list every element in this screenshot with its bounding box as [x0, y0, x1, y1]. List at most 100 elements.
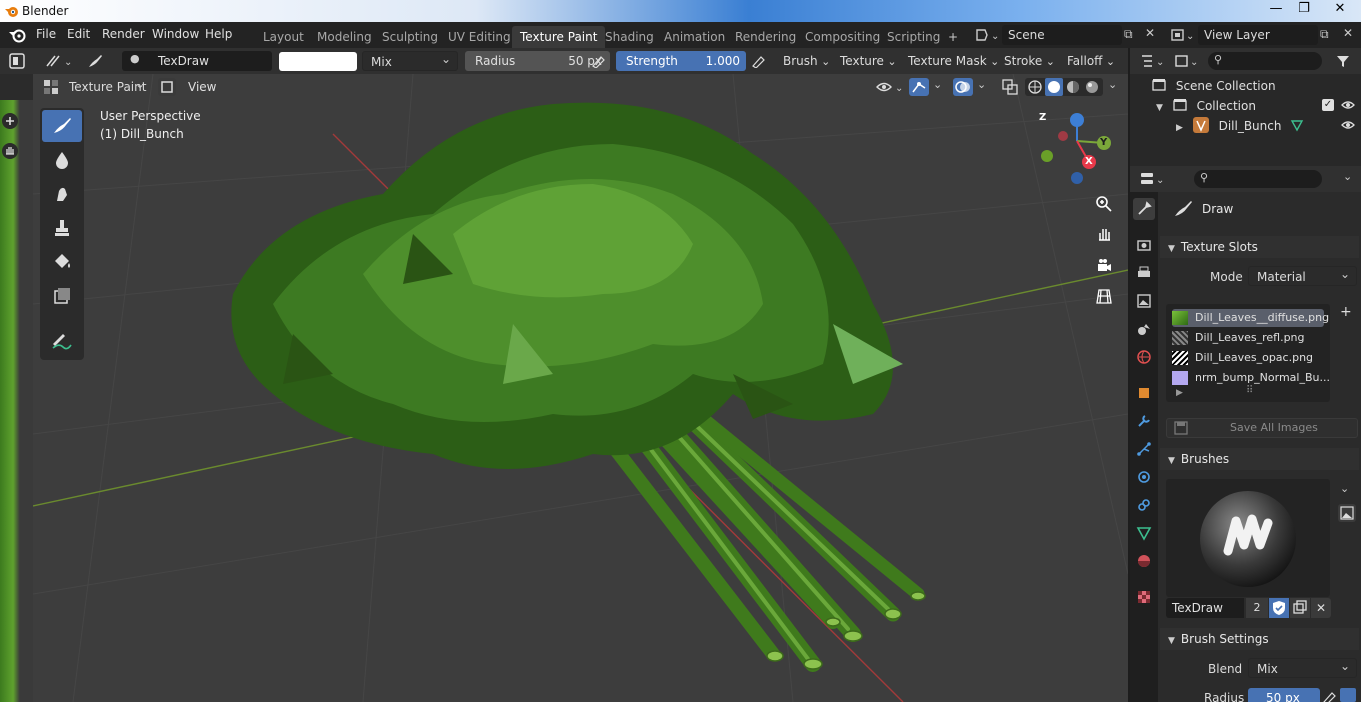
collection-checkbox[interactable]: ✓	[1322, 99, 1334, 111]
outliner-row-collection[interactable]: ▼ Collection	[1156, 96, 1256, 116]
texture-slot-mode-dropdown[interactable]: Material	[1248, 264, 1357, 286]
color-swatch[interactable]	[279, 52, 357, 71]
visibility-dropdown[interactable]: ⌄	[875, 78, 905, 99]
delete-view-layer-icon[interactable]: ✕	[1343, 26, 1353, 40]
menu-help[interactable]: Help	[205, 27, 232, 41]
object-visibility-icon[interactable]	[1341, 118, 1355, 135]
tab-layout[interactable]: Layout	[255, 26, 312, 48]
close-window-button[interactable]: ✕	[1326, 0, 1354, 20]
tab-tool-properties[interactable]	[1133, 198, 1155, 220]
properties-editor-type-icon[interactable]: ⌄	[1140, 171, 1166, 190]
brush-menu[interactable]: Brush	[783, 51, 830, 71]
tool-selector-icon[interactable]: ⌄	[45, 52, 75, 70]
add-workspace-button[interactable]: +	[940, 26, 966, 48]
texture-menu[interactable]: Texture	[840, 51, 897, 71]
tab-texture-paint[interactable]: Texture Paint	[512, 26, 606, 48]
list-expand-icon[interactable]: ▶	[1176, 388, 1183, 398]
tab-object[interactable]	[1133, 382, 1155, 404]
texture-mask-menu[interactable]: Texture Mask	[908, 51, 999, 71]
minimize-button[interactable]: —	[1262, 0, 1290, 20]
ortho-toggle-button[interactable]	[1092, 284, 1116, 308]
tool-soften[interactable]	[42, 144, 82, 176]
shading-dropdown-icon[interactable]: ⌄	[1108, 78, 1117, 91]
gizmo-x-label[interactable]: X	[1085, 156, 1093, 167]
texture-slots-panel-header[interactable]: ▼ Texture Slots	[1160, 236, 1359, 258]
texture-slot-item[interactable]: nrm_bump_Normal_Bu...	[1172, 369, 1330, 387]
brush-presets-dropdown[interactable]: ⌄	[1340, 482, 1349, 495]
menu-window[interactable]: Window	[152, 27, 199, 41]
texture-slot-item[interactable]: Dill_Leaves__diffuse.png	[1172, 309, 1329, 327]
shading-material-button[interactable]	[1064, 78, 1082, 96]
gizmo-y-label[interactable]: Y	[1100, 137, 1107, 148]
tab-output[interactable]	[1133, 262, 1155, 284]
brush-user-count[interactable]: 2	[1246, 598, 1268, 618]
texture-slot-item[interactable]: Dill_Leaves_refl.png	[1172, 329, 1324, 347]
collection-expand-icon[interactable]: ▼	[1156, 103, 1163, 113]
outliner-display-mode-icon[interactable]: ⌄	[1174, 53, 1200, 72]
tab-constraints[interactable]	[1133, 494, 1155, 516]
editor-type-icon[interactable]	[9, 53, 25, 69]
radius-slider[interactable]: Radius 50 px	[465, 51, 610, 71]
add-texture-slot-button[interactable]: +	[1340, 304, 1352, 320]
tool-fill[interactable]	[42, 246, 82, 278]
strength-pressure-icon[interactable]	[751, 54, 767, 71]
delete-scene-icon[interactable]: ✕	[1145, 26, 1155, 40]
tab-view-layer[interactable]	[1133, 290, 1155, 312]
blender-menu-icon[interactable]	[8, 27, 26, 43]
brush-radius-pressure-icon[interactable]	[1322, 690, 1338, 702]
tab-modifiers[interactable]	[1133, 410, 1155, 432]
xray-toggle[interactable]	[1001, 78, 1019, 99]
falloff-menu[interactable]: Falloff	[1067, 51, 1115, 71]
brushes-panel-header[interactable]: ▼ Brushes	[1160, 448, 1359, 470]
gizmo-dropdown-icon[interactable]: ⌄	[933, 78, 942, 91]
view-layer-icon[interactable]: ⌄	[1170, 27, 1194, 43]
paint-mask-toggle[interactable]	[158, 78, 176, 96]
hand-pan-icon[interactable]	[1, 142, 19, 160]
collection-visibility-icon[interactable]	[1341, 98, 1355, 115]
outliner-filter-icon[interactable]	[1335, 53, 1351, 72]
tab-scripting[interactable]: Scripting	[879, 26, 948, 48]
pan-view-button[interactable]	[1092, 222, 1116, 246]
tab-rendering[interactable]: Rendering	[727, 26, 804, 48]
tab-object-data[interactable]	[1133, 522, 1155, 544]
maximize-button[interactable]: ❐	[1290, 0, 1318, 20]
tool-clone[interactable]	[42, 212, 82, 244]
tool-mask[interactable]	[42, 280, 82, 312]
properties-options-icon[interactable]: ⌄	[1343, 170, 1352, 183]
properties-search-input[interactable]: ⚲	[1194, 170, 1322, 188]
outliner-editor-type-icon[interactable]: ⌄	[1140, 53, 1166, 72]
shading-rendered-button[interactable]	[1083, 78, 1101, 96]
menu-edit[interactable]: Edit	[67, 27, 90, 41]
outliner-row-dill-bunch[interactable]: ▶ Dill_Bunch	[1176, 116, 1281, 136]
shading-solid-button[interactable]	[1045, 78, 1063, 96]
zoom-view-button[interactable]	[1092, 192, 1116, 216]
zoom-in-icon[interactable]	[1, 112, 19, 130]
radius-pressure-icon[interactable]	[591, 54, 607, 71]
tab-sculpting[interactable]: Sculpting	[374, 26, 446, 48]
view-menu[interactable]: View	[188, 80, 216, 94]
tab-uv-editing[interactable]: UV Editing	[440, 26, 519, 48]
unlink-brush-button[interactable]: ✕	[1311, 598, 1331, 618]
brush-radius-unit-toggle[interactable]	[1340, 688, 1356, 702]
tab-particles[interactable]	[1133, 438, 1155, 460]
tab-world[interactable]	[1133, 346, 1155, 368]
gizmo-z-label[interactable]: Z	[1039, 112, 1046, 123]
save-all-images-button[interactable]: Save All Images	[1166, 418, 1358, 438]
brush-radius-slider[interactable]: 50 px	[1248, 688, 1320, 702]
tool-smear[interactable]	[42, 178, 82, 210]
outliner-search-input[interactable]: ⚲	[1208, 52, 1322, 70]
menu-render[interactable]: Render	[102, 27, 145, 41]
mode-dropdown[interactable]: Texture Paint	[61, 74, 151, 97]
stroke-menu[interactable]: Stroke	[1004, 51, 1055, 71]
tab-scene[interactable]	[1133, 318, 1155, 340]
gizmo-toggle[interactable]	[909, 78, 929, 96]
3d-viewport[interactable]: Z Y X User Perspective (1) Dill_Bunch	[33, 74, 1128, 702]
scene-name-field[interactable]: Scene	[1002, 25, 1122, 45]
mesh-data-icon[interactable]	[1290, 118, 1304, 135]
brush-name-field[interactable]: ● TexDraw	[122, 51, 272, 71]
new-scene-icon[interactable]: ⧉	[1124, 27, 1133, 42]
tab-render[interactable]	[1133, 234, 1155, 256]
overlay-toggle[interactable]	[953, 78, 973, 96]
tab-animation[interactable]: Animation	[656, 26, 733, 48]
tab-material[interactable]	[1133, 550, 1155, 572]
